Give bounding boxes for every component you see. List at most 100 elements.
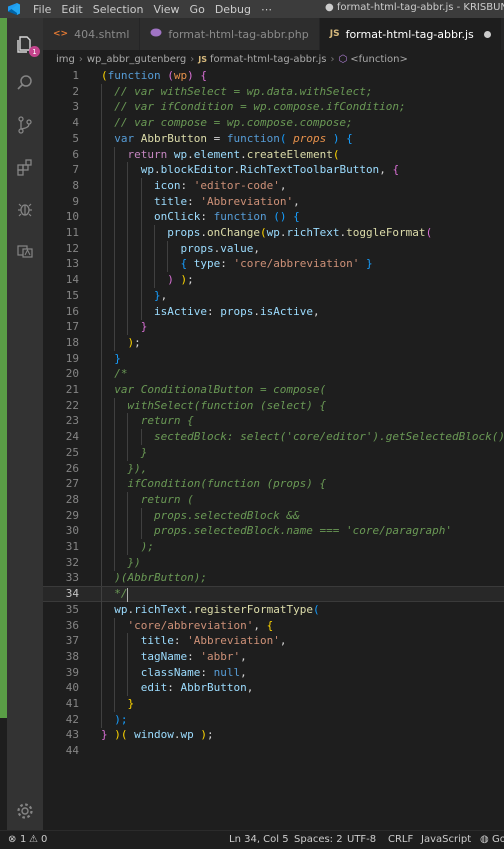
debug-icon[interactable] [12, 196, 38, 222]
settings-gear-icon[interactable] [12, 798, 38, 824]
code-text: sectedBlock: select('core/editor').getSe… [101, 430, 504, 444]
code-line[interactable]: 22 withSelect(function (select) { [43, 397, 504, 414]
status-extra[interactable]: Go [492, 834, 504, 845]
tab-format-html-tag-abbr-js[interactable]: JS format-html-tag-abbr.js [319, 18, 502, 50]
code-text: }), [101, 461, 148, 475]
code-line[interactable]: 24 sectedBlock: select('core/editor').ge… [43, 429, 504, 446]
menu-selection[interactable]: Selection [88, 3, 149, 16]
line-number: 36 [65, 618, 79, 632]
explorer-icon[interactable]: 1 [12, 30, 40, 57]
menu-go[interactable]: Go [185, 3, 210, 16]
js-file-icon: JS [329, 29, 340, 39]
code-line[interactable]: 18 ); [43, 334, 504, 351]
code-editor[interactable]: 1 (function (wp) {2 // var withSelect = w… [43, 67, 504, 830]
code-line[interactable]: 14 ) ); [43, 272, 504, 289]
line-number: 25 [65, 445, 79, 459]
search-icon[interactable] [12, 70, 38, 96]
code-line[interactable]: 5 var AbbrButton = function( props ) { [43, 130, 504, 147]
code-text: ) ); [167, 273, 194, 287]
globe-icon[interactable]: ◍ [480, 834, 489, 845]
code-line[interactable]: 20 /* [43, 366, 504, 383]
code-line[interactable]: 30 props.selectedBlock.name === 'core/pa… [43, 523, 504, 540]
code-line[interactable]: 11 props.onChange(wp.richText.toggleForm… [43, 225, 504, 241]
code-line[interactable]: 31 ); [43, 539, 504, 555]
code-line[interactable]: 44 [43, 743, 504, 759]
background-window-strip [0, 18, 7, 718]
translate-icon[interactable] [12, 238, 38, 264]
code-line[interactable]: 8 icon: 'editor-code', [43, 177, 504, 194]
menu-debug[interactable]: Debug [210, 3, 256, 16]
tab-404-shtml[interactable]: <> 404.shtml [43, 18, 141, 50]
menu-file[interactable]: File [28, 3, 56, 16]
breadcrumb-item-symbol[interactable]: <function> [350, 54, 408, 65]
code-line[interactable]: 34 */ [43, 586, 504, 604]
code-line[interactable]: 32 }) [43, 554, 504, 571]
breadcrumb-item-folder[interactable]: wp_abbr_gutenberg [87, 54, 186, 65]
line-number: 35 [65, 602, 79, 616]
code-line[interactable]: 7 wp.blockEditor.RichTextToolbarButton, … [43, 162, 504, 179]
line-number: 11 [65, 226, 79, 239]
code-line[interactable]: 40 edit: AbbrButton, [43, 680, 504, 697]
warning-icon[interactable]: ⚠ [29, 834, 38, 845]
menu-view[interactable]: View [148, 3, 184, 16]
code-line[interactable]: 21 var ConditionalButton = compose( [43, 382, 504, 398]
menu-more[interactable]: ⋯ [256, 3, 277, 16]
code-line[interactable]: 6 return wp.element.createElement( [43, 146, 504, 163]
line-number: 13 [65, 257, 79, 271]
breadcrumb-item-img[interactable]: img [56, 54, 75, 65]
code-text: } )( window.wp ); [101, 728, 214, 742]
code-line[interactable]: 17 } [43, 319, 504, 336]
cursor-position[interactable]: Ln 34, Col 5 [229, 834, 289, 845]
line-number: 23 [65, 414, 79, 428]
code-line[interactable]: 43} )( window.wp ); [43, 727, 504, 743]
code-line[interactable]: 35 wp.richText.registerFormatType( [43, 601, 504, 618]
vscode-logo-icon[interactable] [0, 0, 28, 18]
code-line[interactable]: 3 // var ifCondition = wp.compose.ifCond… [43, 99, 504, 116]
line-number: 28 [65, 492, 79, 506]
error-icon[interactable]: ⊗ [8, 834, 16, 845]
code-line[interactable]: 37 title: 'Abbreviation', [43, 633, 504, 650]
code-line[interactable]: 16 isActive: props.isActive, [43, 303, 504, 320]
code-line[interactable]: 19 } [43, 350, 504, 367]
code-line[interactable]: 10 onClick: function () { [43, 209, 504, 226]
breadcrumb-item-file[interactable]: format-html-tag-abbr.js [210, 54, 327, 65]
menu-edit[interactable]: Edit [56, 3, 87, 16]
code-line[interactable]: 12 props.value, [43, 240, 504, 257]
line-ending[interactable]: CRLF [388, 834, 413, 845]
code-line[interactable]: 25 } [43, 444, 504, 461]
code-line[interactable]: 29 props.selectedBlock && [43, 507, 504, 524]
line-number: 30 [65, 524, 79, 538]
chevron-right-icon: › [78, 53, 83, 65]
code-text: ); [114, 712, 128, 726]
code-line[interactable]: 26 }), [43, 460, 504, 477]
language-mode[interactable]: JavaScript [421, 834, 471, 845]
code-line[interactable]: 36 'core/abbreviation', { [43, 617, 504, 634]
code-line[interactable]: 13 { type: 'core/abbreviation' } [43, 256, 504, 273]
unsaved-dot-icon[interactable] [483, 30, 491, 38]
line-number: 27 [65, 477, 79, 491]
indentation[interactable]: Spaces: 2 [294, 834, 343, 845]
warning-count[interactable]: 0 [41, 834, 47, 845]
breadcrumb: img › wp_abbr_gutenberg › JS format-html… [43, 50, 504, 68]
code-line[interactable]: 41 } [43, 696, 504, 712]
code-line[interactable]: 27 ifCondition(function (props) { [43, 476, 504, 493]
code-line[interactable]: 15 }, [43, 287, 504, 304]
encoding[interactable]: UTF-8 [347, 834, 376, 845]
code-line[interactable]: 1 (function (wp) { [43, 68, 504, 84]
code-text: title: 'Abbreviation', [140, 634, 287, 648]
line-number: 32 [65, 555, 79, 569]
code-line[interactable]: 39 className: null, [43, 664, 504, 681]
code-text: return { [101, 414, 194, 428]
code-line[interactable]: 33 )(AbbrButton); [43, 570, 504, 587]
code-line[interactable]: 9 title: 'Abbreviation', [43, 193, 504, 210]
extensions-icon[interactable] [12, 154, 38, 180]
code-line[interactable]: 4 // var compose = wp.compose.compose; [43, 115, 504, 132]
code-line[interactable]: 38 tagName: 'abbr', [43, 648, 504, 665]
error-count[interactable]: 1 [20, 834, 26, 845]
code-line[interactable]: 23 return { [43, 413, 504, 430]
code-line[interactable]: 28 return ( [43, 491, 504, 508]
tab-format-html-tag-abbr-php[interactable]: format-html-tag-abbr.php [140, 18, 320, 50]
code-line[interactable]: 2 // var withSelect = wp.data.withSelect… [43, 83, 504, 100]
source-control-icon[interactable] [12, 112, 38, 138]
code-line[interactable]: 42 ); [43, 711, 504, 728]
